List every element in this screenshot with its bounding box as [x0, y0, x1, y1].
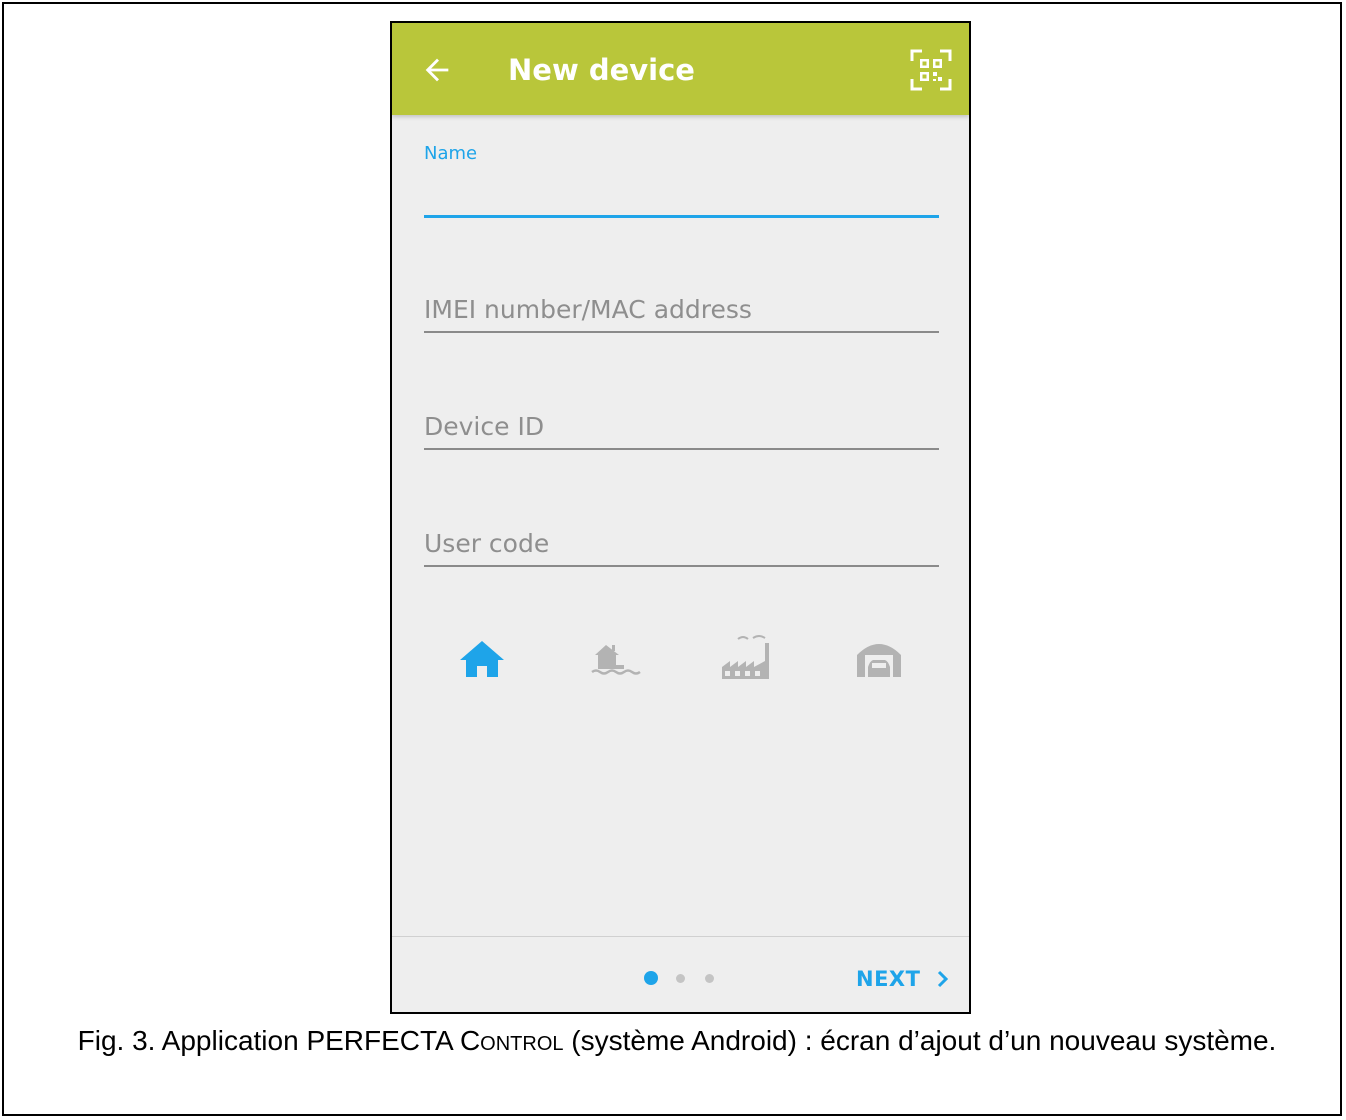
garage-icon[interactable] — [851, 631, 907, 687]
user-code-underline — [424, 565, 939, 567]
page-indicator-dot-active — [644, 971, 658, 985]
home-icon[interactable] — [454, 631, 510, 687]
figure-caption: Fig. 3. Application PERFECTA Control (sy… — [24, 1024, 1330, 1058]
name-input[interactable] — [424, 177, 939, 213]
next-button[interactable]: NEXT — [856, 967, 920, 991]
app-bar: New device — [392, 23, 969, 115]
qr-code-scan-icon[interactable] — [910, 49, 952, 91]
device-id-field — [424, 408, 939, 452]
device-id-underline — [424, 448, 939, 450]
imei-field — [424, 291, 939, 335]
page-indicator-dot — [676, 974, 685, 983]
user-code-input[interactable] — [424, 525, 939, 561]
imei-underline — [424, 331, 939, 333]
name-underline — [424, 215, 939, 218]
arrow-back-icon[interactable] — [420, 53, 454, 87]
phone-screen: New device Name IMEI number/MAC address … — [390, 21, 971, 1014]
caption-text-rest: (système Android) : écran d’ajout d’un n… — [563, 1025, 1277, 1056]
user-code-field — [424, 525, 939, 569]
page-indicator-dot — [705, 974, 714, 983]
chevron-right-icon[interactable] — [936, 969, 950, 989]
caption-smallcaps: ontrol — [480, 1025, 564, 1056]
name-label: Name — [424, 143, 478, 164]
figure-frame: New device Name IMEI number/MAC address … — [2, 2, 1342, 1116]
house-by-water-icon[interactable] — [586, 631, 642, 687]
factory-icon[interactable] — [718, 631, 774, 687]
page-title: New device — [508, 53, 695, 87]
imei-input[interactable] — [424, 291, 939, 327]
name-field: Name — [424, 143, 939, 223]
caption-text: Fig. 3. Application PERFECTA C — [77, 1025, 481, 1056]
bottom-navigation-bar: NEXT — [392, 936, 969, 1012]
device-id-input[interactable] — [424, 408, 939, 444]
